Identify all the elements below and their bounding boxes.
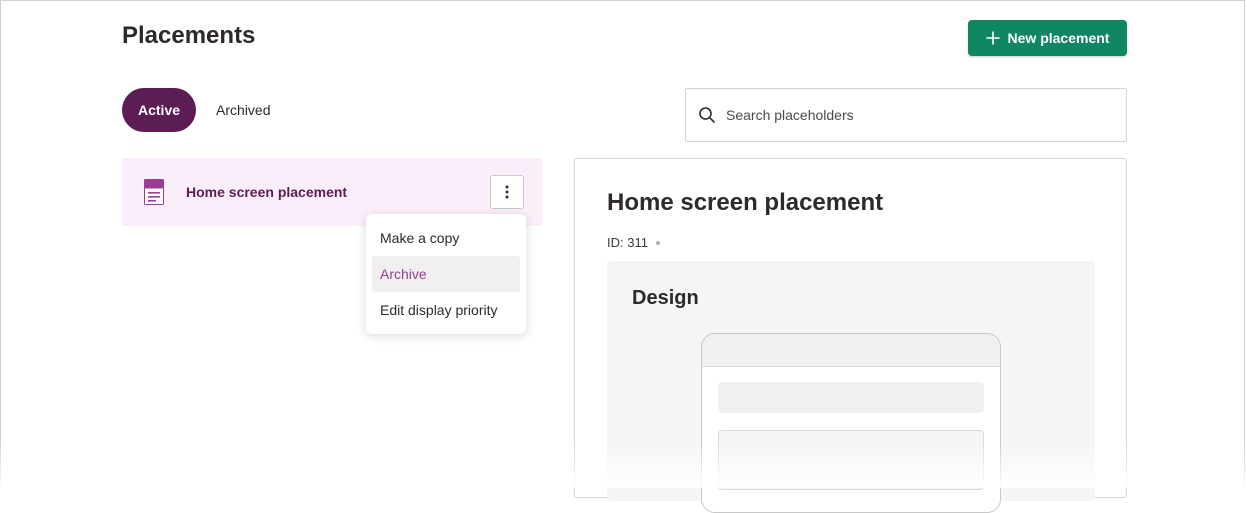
search-input[interactable]: [724, 106, 1108, 124]
menu-item-archive[interactable]: Archive: [372, 256, 520, 292]
tab-archived[interactable]: Archived: [200, 88, 286, 132]
context-menu: Make a copy Archive Edit display priorit…: [366, 214, 526, 334]
phone-header: [702, 334, 1000, 367]
phone-placeholder-bar: [718, 382, 984, 413]
placement-id: ID: 311: [607, 235, 648, 250]
phone-placeholder-card: [718, 430, 984, 490]
plus-icon: [985, 31, 1000, 45]
tab-active[interactable]: Active: [122, 88, 197, 132]
menu-item-edit-priority[interactable]: Edit display priority: [372, 292, 520, 328]
kebab-menu-icon: [505, 185, 509, 199]
document-icon: [144, 179, 164, 205]
phone-preview: [701, 333, 1001, 513]
search-icon: [699, 107, 715, 123]
search-box[interactable]: [685, 88, 1127, 142]
menu-item-make-copy[interactable]: Make a copy: [372, 220, 520, 256]
status-tabs: Active Archived: [122, 88, 287, 132]
design-section: Design: [607, 261, 1095, 513]
detail-panel: Home screen placement ID: 311 Design: [574, 158, 1127, 513]
placement-name: Home screen placement: [186, 184, 348, 200]
detail-title: Home screen placement: [607, 189, 884, 216]
separator-dot: [655, 240, 660, 245]
design-title: Design: [632, 287, 699, 309]
page-title: Placements: [122, 22, 256, 49]
new-placement-button[interactable]: New placement: [968, 20, 1127, 56]
detail-id: ID: 311: [607, 235, 660, 250]
new-placement-label: New placement: [1007, 30, 1110, 46]
more-options-button[interactable]: [490, 175, 524, 209]
